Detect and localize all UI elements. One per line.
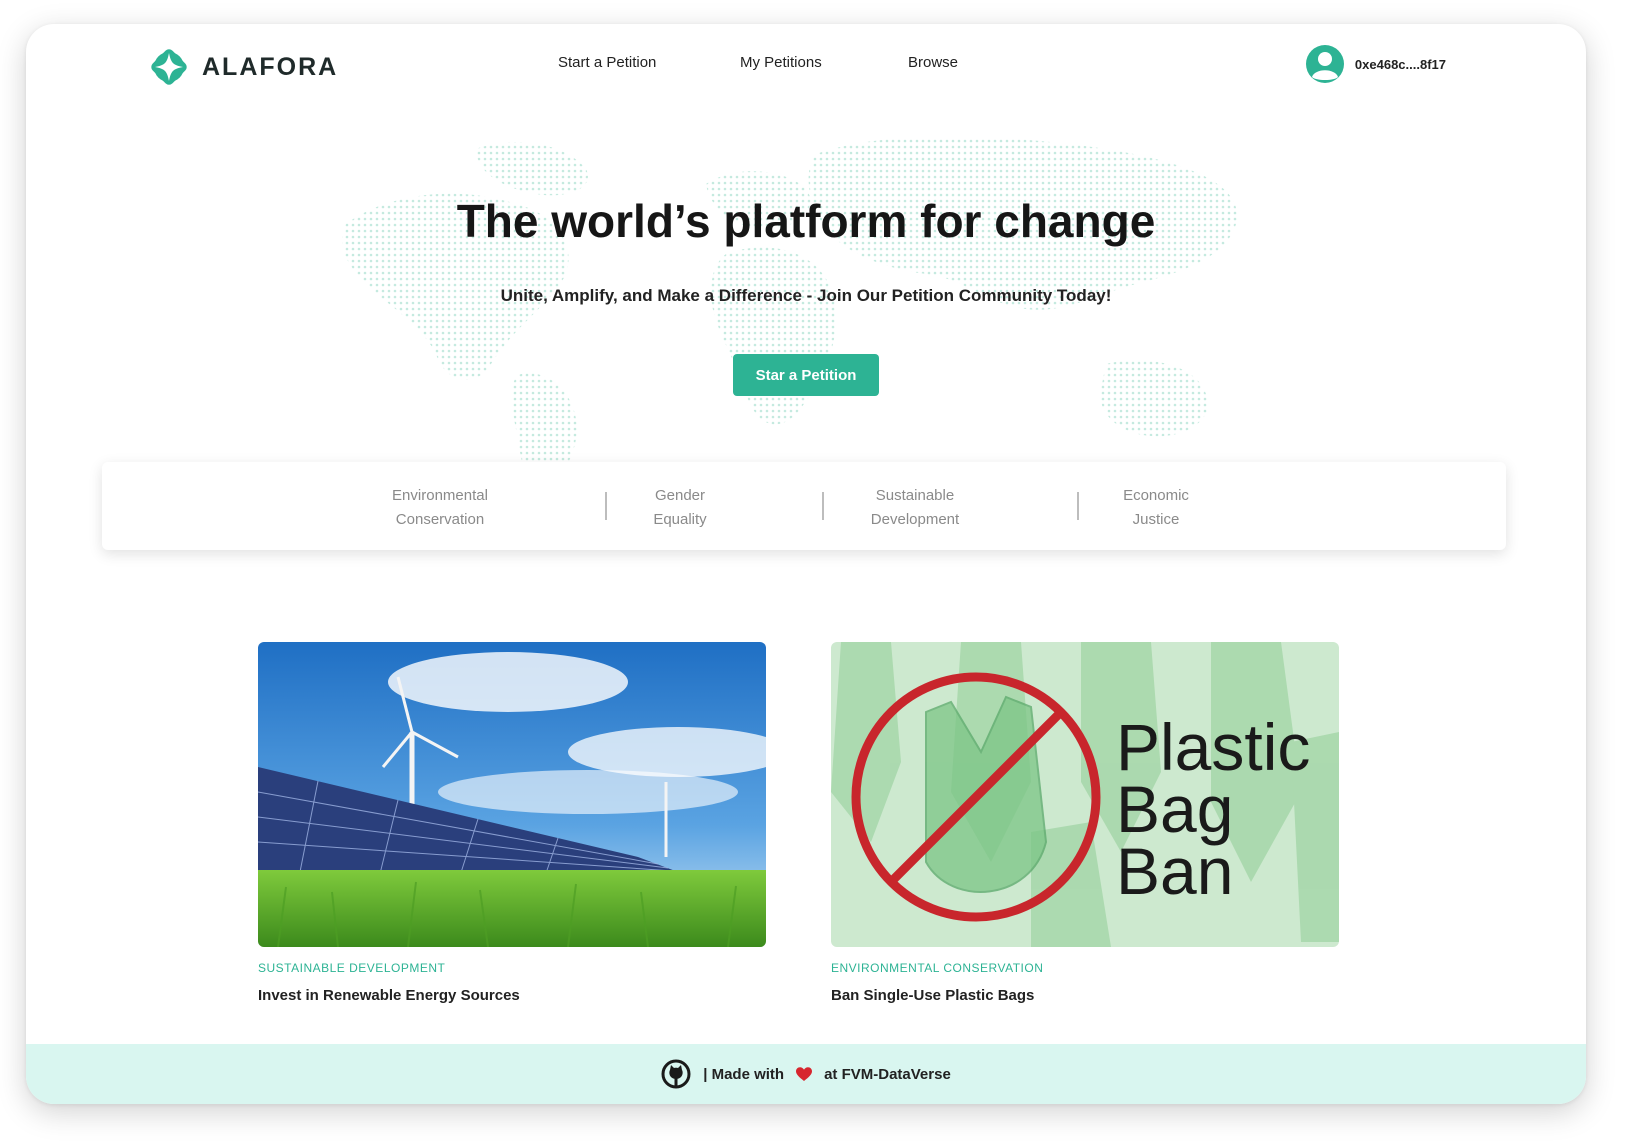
category-label-line2: Equality [653,511,707,528]
nav-browse[interactable]: Browse [908,54,958,71]
petition-category-tag: ENVIRONMENTAL CONSERVATION [831,961,1044,975]
category-environmental-conservation[interactable]: Environmental Conservation [355,484,525,532]
category-economic-justice[interactable]: Economic Justice [1071,484,1241,532]
heart-icon [796,1066,813,1081]
nav-start-petition[interactable]: Start a Petition [558,54,656,71]
alafora-logo-icon [151,49,187,85]
category-sustainable-development[interactable]: Sustainable Development [830,484,1000,532]
category-label-line1: Environmental [392,487,488,504]
footer-org-text[interactable]: at FVM-DataVerse [824,1066,951,1083]
nav-browse-link[interactable]: Browse [908,54,958,71]
nav-start-petition-link[interactable]: Start a Petition [558,54,656,71]
category-label-line1: Gender [654,487,706,504]
category-label-line2: Justice [1132,511,1180,528]
solar-wind-image[interactable] [258,642,766,947]
hero-subtitle: Unite, Amplify, and Make a Difference - … [500,286,1112,305]
start-petition-button[interactable]: Star a Petition [733,354,879,396]
category-gender-equality[interactable]: Gender Equality [595,484,765,532]
user-avatar-icon [1305,45,1344,83]
logo-text: ALAFORA [202,52,339,81]
category-bar: Environmental Conservation Gender Equali… [102,462,1506,550]
petition-category-tag: SUSTAINABLE DEVELOPMENT [258,961,446,975]
petition-card[interactable]: Plastic Bag Ban ENVIRONMENTAL CONSERVATI… [831,642,1339,1004]
brand-logo[interactable]: ALAFORA [146,44,338,90]
category-label-line1: Sustainable [875,487,955,504]
footer-made-with-text: | Made with [703,1065,785,1083]
nav-my-petitions-link[interactable]: My Petitions [740,54,822,71]
image-text-ban: Ban [1116,834,1233,908]
category-divider [822,492,824,520]
hero-title: The world’s platform for change [456,195,1156,247]
petition-title[interactable]: Ban Single-Use Plastic Bags [831,987,1339,1004]
app-window: ALAFORA Start a Petition My Petitions Br… [26,24,1586,1104]
petition-card[interactable]: SUSTAINABLE DEVELOPMENT Invest in Renewa… [258,642,766,1004]
github-icon[interactable] [661,1059,691,1089]
footer: | Made with at FVM-DataVerse [26,1044,1586,1104]
petition-title[interactable]: Invest in Renewable Energy Sources [258,987,766,1004]
category-label-line2: Conservation [395,511,485,528]
wallet-address: 0xe468c....8f17 [1354,56,1446,72]
plastic-bag-ban-image[interactable]: Plastic Bag Ban [831,642,1339,947]
category-label-line2: Development [870,511,960,528]
nav-my-petitions[interactable]: My Petitions [740,54,822,71]
category-label-line1: Economic [1123,487,1189,504]
wallet-account[interactable]: 0xe468c....8f17 [1305,44,1446,84]
